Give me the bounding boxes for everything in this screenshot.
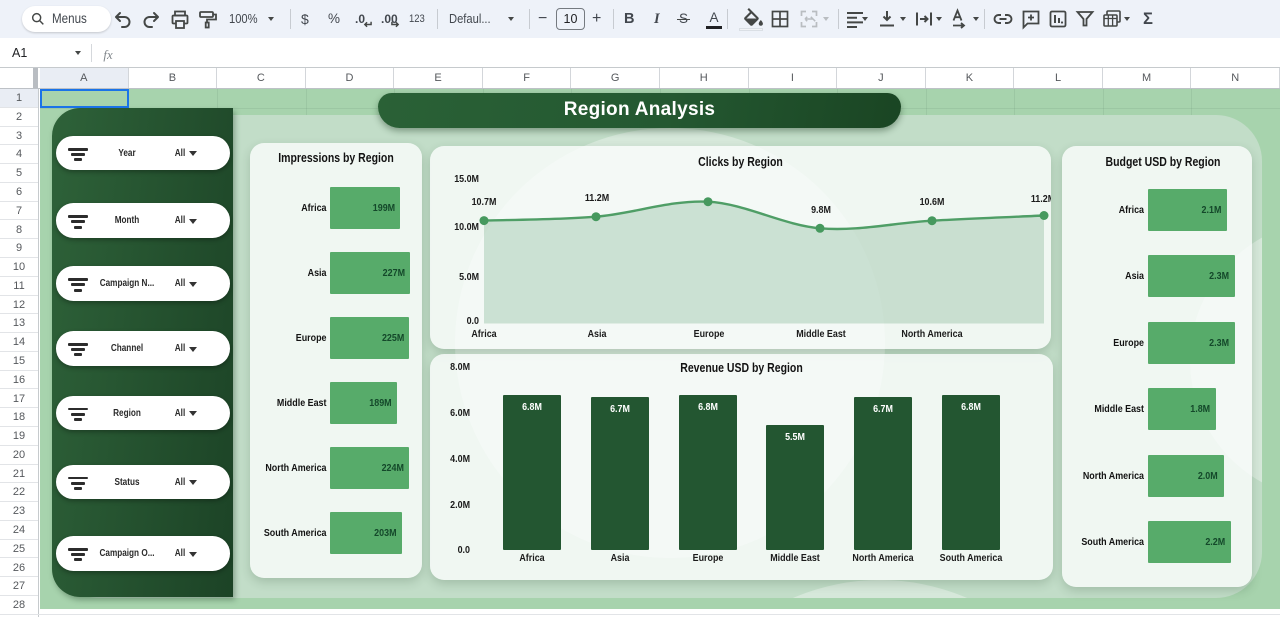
svg-text:fx: fx	[103, 48, 113, 62]
